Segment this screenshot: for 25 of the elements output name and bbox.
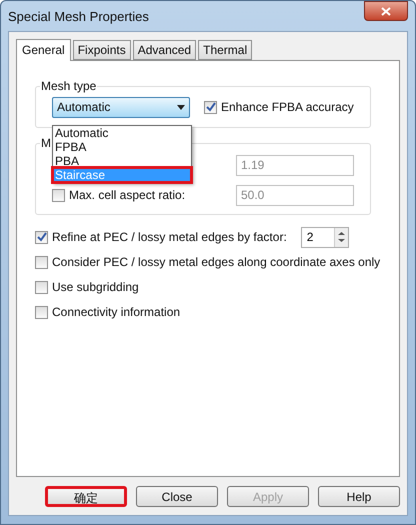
spin-arrows-icon[interactable] [338,231,345,243]
dialog-button[interactable]: Help [318,486,400,507]
tab[interactable]: Fixpoints [72,40,131,60]
dropdown-option[interactable]: Automatic [53,126,191,140]
window-title: Special Mesh Properties [8,8,149,24]
checkbox[interactable]: Enhance FPBA accuracy [204,100,354,114]
group-label: M [40,136,52,150]
close-button[interactable] [364,1,408,21]
tab[interactable]: Thermal [198,40,252,60]
group-label: Mesh type [40,79,98,93]
checkbox[interactable]: Consider PEC / lossy metal edges along coordinate axes only [35,255,380,269]
dialog-button[interactable]: Close [136,486,218,507]
spin-field[interactable]: 2 [300,226,349,248]
tab[interactable]: Advanced [132,40,196,60]
dropdown-option[interactable]: FPBA [53,140,191,154]
checkbox[interactable]: Connectivity information [35,305,180,319]
dialog-button[interactable]: 确定 [45,486,127,507]
checkbox[interactable]: Use subgridding [35,280,139,294]
check-icon [36,232,46,242]
tab[interactable]: General [16,39,71,61]
mesh-type-dropdown[interactable]: Automatic [52,96,190,118]
check-icon [206,102,216,112]
caret-icon [177,104,185,110]
close-icon [381,6,391,16]
checkbox[interactable]: Refine at PEC / lossy metal edges by factor: [35,230,287,244]
